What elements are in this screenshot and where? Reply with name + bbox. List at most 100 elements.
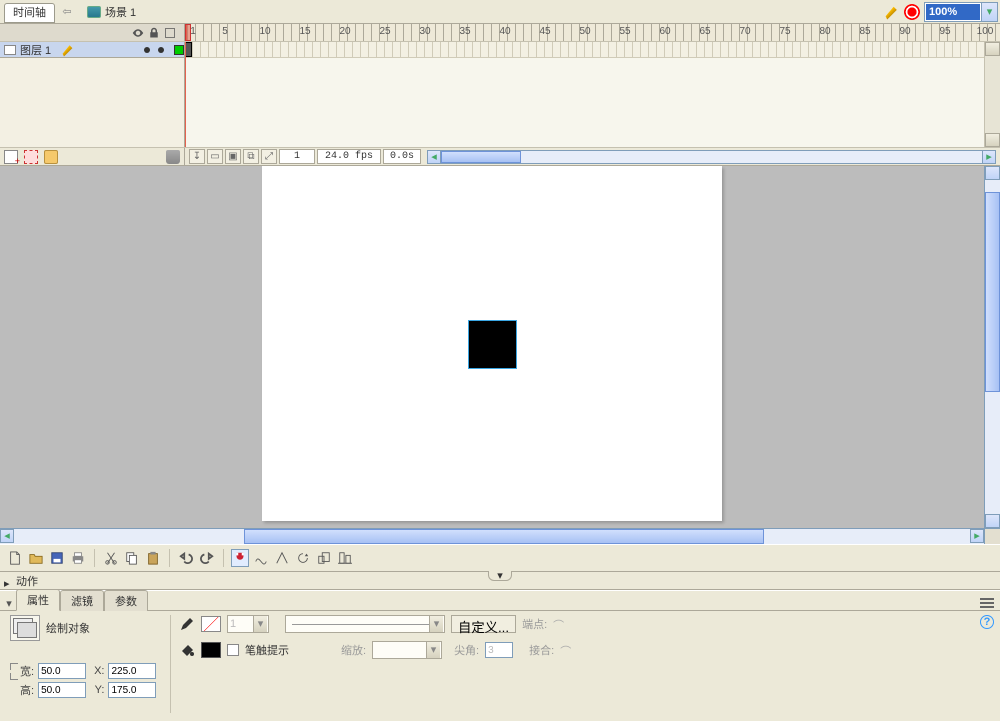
collapse-triangle-icon[interactable]: ▾ <box>4 597 14 610</box>
custom-stroke-button[interactable]: 自定义... <box>451 615 516 633</box>
stage-viewport[interactable] <box>0 166 984 528</box>
new-file-icon[interactable] <box>6 549 24 567</box>
x-field[interactable] <box>108 663 156 679</box>
panel-collapse-toggle[interactable]: ▾ <box>488 571 512 581</box>
keyframe[interactable] <box>185 42 192 57</box>
timeline-header: 1510152025303540455055606570758085909510… <box>0 24 1000 42</box>
add-folder-icon[interactable] <box>44 150 58 164</box>
help-icon[interactable]: ? <box>980 615 994 629</box>
align-icon[interactable] <box>336 549 354 567</box>
stroke-hinting-checkbox[interactable] <box>227 644 239 656</box>
ruler-tick: 30 <box>419 26 430 37</box>
object-info: 绘制对象 宽: X: 高: Y: <box>10 615 160 713</box>
end-cap-icon[interactable]: ⌒ <box>553 617 569 631</box>
panel-menu-icon[interactable] <box>980 596 994 610</box>
modify-onion-markers-icon[interactable]: ⤢ <box>261 149 277 164</box>
expand-triangle-icon Tdata-interactable=: ▸ <box>4 577 12 585</box>
y-field[interactable] <box>108 682 156 698</box>
onion-skin-icon[interactable]: ▭ <box>207 149 223 164</box>
stage-vertical-scrollbar[interactable] <box>984 166 1000 528</box>
edit-symbols-icon[interactable] <box>904 4 920 20</box>
ruler-tick: 35 <box>459 26 470 37</box>
constrain-proportions-icon[interactable] <box>10 645 18 698</box>
snap-to-objects-icon[interactable] <box>231 549 249 567</box>
drawing-object-icon <box>10 615 40 641</box>
join-label: 接合: <box>529 642 554 658</box>
frames-area[interactable] <box>185 42 1000 147</box>
join-icon[interactable]: ⌒ <box>560 643 576 657</box>
y-label: Y: <box>94 684 104 696</box>
add-layer-icon[interactable] <box>4 150 18 164</box>
stroke-color-swatch[interactable] <box>201 616 221 632</box>
lock-dot[interactable] <box>158 47 164 53</box>
fill-color-swatch[interactable] <box>201 642 221 658</box>
scale-label: 缩放: <box>341 642 366 658</box>
rotate-icon[interactable] <box>294 549 312 567</box>
scale-mode-select[interactable]: ▾ <box>372 641 442 659</box>
frames-row[interactable] <box>185 42 1000 58</box>
ruler-tick: 85 <box>859 26 870 37</box>
timeline-vertical-scrollbar[interactable] <box>984 42 1000 147</box>
stage-horizontal-scrollbar[interactable]: ◂ ▸ <box>0 528 984 544</box>
stroke-weight-select[interactable]: 1 ▾ <box>227 615 269 633</box>
stage-area: ◂ ▸ <box>0 166 1000 544</box>
height-field[interactable] <box>38 682 86 698</box>
delete-layer-icon[interactable] <box>166 150 180 164</box>
miter-label: 尖角: <box>454 642 479 658</box>
ruler-tick: 60 <box>659 26 670 37</box>
main-toolbar: ▾ <box>0 544 1000 572</box>
scroll-left-icon[interactable]: ◂ <box>427 150 441 164</box>
visibility-dot[interactable] <box>144 47 150 53</box>
fill-bucket-icon[interactable] <box>179 642 195 658</box>
scale-icon[interactable] <box>315 549 333 567</box>
scroll-right-icon[interactable]: ▸ <box>970 529 984 543</box>
timeline-ruler[interactable]: 1510152025303540455055606570758085909510… <box>185 24 1000 41</box>
lock-icon[interactable] <box>148 27 160 39</box>
open-file-icon[interactable] <box>27 549 45 567</box>
ruler-tick: 25 <box>379 26 390 37</box>
outline-icon[interactable] <box>164 27 176 39</box>
eye-icon[interactable] <box>132 27 144 39</box>
ruler-tick: 100 <box>977 26 994 37</box>
straighten-icon[interactable] <box>273 549 291 567</box>
stroke-pencil-icon[interactable] <box>179 616 195 632</box>
playhead[interactable] <box>185 24 191 41</box>
chevron-down-icon: ▾ <box>981 3 997 21</box>
width-field[interactable] <box>38 663 86 679</box>
scroll-right-icon[interactable]: ▸ <box>982 150 996 164</box>
redo-icon[interactable] <box>198 549 216 567</box>
end-cap-label: 端点: <box>522 616 547 632</box>
stroke-hinting-label: 笔触提示 <box>245 642 289 658</box>
timeline-tab[interactable]: 时间轴 <box>4 3 55 23</box>
outline-swatch[interactable] <box>174 45 184 55</box>
drawn-rectangle[interactable] <box>469 321 516 368</box>
edit-multiple-frames-icon[interactable]: ⧉ <box>243 149 259 164</box>
scroll-left-icon[interactable]: ◂ <box>0 529 14 543</box>
save-file-icon[interactable] <box>48 549 66 567</box>
print-icon[interactable] <box>69 549 87 567</box>
undo-icon[interactable] <box>177 549 195 567</box>
stroke-style-select[interactable]: ▾ <box>285 615 445 633</box>
ruler-tick: 75 <box>779 26 790 37</box>
scene-breadcrumb[interactable]: 场景 1 <box>83 2 140 22</box>
tab-properties[interactable]: 属性 <box>16 589 60 611</box>
layer-row[interactable]: 图层 1 <box>0 42 184 58</box>
nav-back-icon[interactable]: ⇦ <box>59 4 75 20</box>
smooth-icon[interactable] <box>252 549 270 567</box>
onion-skin-outlines-icon[interactable]: ▣ <box>225 149 241 164</box>
center-playhead-icon[interactable]: ↧ <box>189 149 205 164</box>
scene-name: 场景 1 <box>105 4 136 20</box>
tab-parameters[interactable]: 参数 <box>104 590 148 611</box>
scene-header: 时间轴 ⇦ 场景 1 100% ▾ <box>0 0 1000 24</box>
ruler-tick: 50 <box>579 26 590 37</box>
paste-icon[interactable] <box>144 549 162 567</box>
timeline-horizontal-scrollbar[interactable]: ◂ ▸ <box>427 149 996 164</box>
add-motion-guide-icon[interactable] <box>24 150 38 164</box>
edit-scene-icon[interactable] <box>884 4 900 20</box>
cut-icon[interactable] <box>102 549 120 567</box>
zoom-select[interactable]: 100% ▾ <box>924 2 998 22</box>
properties-tabs: ▾ 属性 滤镜 参数 <box>0 591 1000 611</box>
tab-filters[interactable]: 滤镜 <box>60 590 104 611</box>
stage-canvas[interactable] <box>262 166 722 521</box>
copy-icon[interactable] <box>123 549 141 567</box>
